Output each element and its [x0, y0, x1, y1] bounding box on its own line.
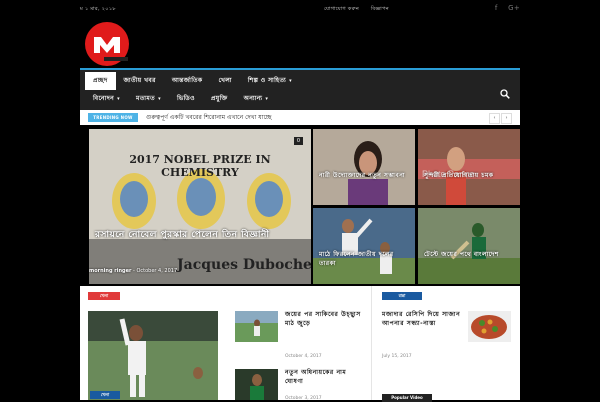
top-links: যোগাযোগ করুন বিজ্ঞাপন [324, 6, 399, 14]
nav-item[interactable]: খেলা [211, 72, 240, 90]
featured-big-author[interactable]: morning ringer [89, 268, 131, 274]
nav-item[interactable]: আন্তর্জাতিক [164, 72, 211, 90]
nav-item[interactable]: প্রযুক্তি [203, 90, 236, 108]
post-thumb[interactable] [235, 369, 278, 400]
featured-big-post[interactable]: 2017 NOBEL PRIZE IN CHEMISTRY Jacques Du… [89, 129, 311, 284]
nav-row-1: প্রচ্ছদ জাতীয় খবর আন্তর্জাতিক খেলা শিল্প ও … [85, 72, 300, 90]
nav-item[interactable]: শিল্প ও সাহিত্য ▾ [240, 72, 300, 90]
featured-big-title[interactable]: রসায়নে নোবেল পুরস্কার পেলেন তিন বিজ্ঞান… [95, 229, 305, 241]
featured-small-post[interactable]: নারী উদ্যোক্তাদের নতুন সম্ভাবনা [313, 129, 415, 205]
featured-grid: 2017 NOBEL PRIZE IN CHEMISTRY Jacques Du… [89, 129, 520, 284]
nav-item-label: প্রচ্ছদ [93, 77, 108, 84]
featured-small-title[interactable]: মাঠে ফিরলেন জাতীয় দলের তারকা [319, 250, 409, 268]
sidebar-tag[interactable]: রান্না [382, 292, 422, 300]
sidebar-post-thumb[interactable] [468, 311, 511, 342]
section-tag-sports[interactable]: খেলা [88, 292, 120, 300]
main-nav: প্রচ্ছদ জাতীয় খবর আন্তর্জাতিক খেলা শিল্প ও … [80, 68, 520, 110]
featured-small-title[interactable]: টেস্টে জয়ের পথে বাংলাদেশ [424, 250, 514, 259]
post-title[interactable]: নতুন অধিনায়কের নাম ঘোষণা [285, 368, 367, 386]
column-divider [371, 286, 372, 400]
nav-row-2: বিনোদন ▾ মতামত ▾ ভিডিও প্রযুক্তি অন্যান্য ▾ [85, 90, 276, 108]
nav-item[interactable]: মতামত ▾ [128, 90, 169, 108]
nav-item-label: জাতীয় খবর [123, 77, 156, 84]
content-area: খেলা খেলা জয়ের পর সাকিবের উচ্ছ্বাস মাঠ … [80, 286, 520, 402]
poster-name: Jacques Dubochet [177, 257, 311, 273]
trending-headline[interactable]: গুরুত্বপূর্ণ একটি খবরের শিরোনাম এখানে দে… [146, 112, 272, 123]
featured-small-title[interactable]: সুন্দরী প্রতিযোগিতায় চমক [424, 171, 514, 180]
nav-item-label: আন্তর্জাতিক [171, 77, 203, 84]
post-title[interactable]: জয়ের পর সাকিবের উচ্ছ্বাস মাঠ জুড়ে [285, 310, 367, 328]
trending-prev-button[interactable]: ‹ [489, 113, 500, 124]
nav-item[interactable]: জাতীয় খবর [116, 72, 164, 90]
top-link-contact[interactable]: যোগাযোগ করুন [324, 6, 359, 12]
search-icon[interactable] [500, 84, 510, 99]
top-date: ম ১ মার, ২০১৮ [80, 6, 116, 12]
trending-bar: TRENDING NOW গুরুত্বপূর্ণ একটি খবরের শির… [80, 110, 520, 125]
featured-small-post[interactable]: Photo Partne সুন্দরী প্রতিযোগিতায় চমক [418, 129, 520, 205]
nav-item-label: মতামত [136, 95, 156, 102]
comment-count: 0 [294, 137, 303, 145]
popular-video-tag[interactable]: Popular Video [382, 394, 432, 402]
nav-item[interactable]: বিনোদন ▾ [85, 90, 128, 108]
nav-item[interactable]: ভিডিও [169, 90, 203, 108]
nav-item-label: অন্যান্য [243, 95, 263, 102]
nav-item-label: বিনোদন [93, 95, 115, 102]
chevron-down-icon: ▾ [265, 96, 269, 102]
trending-badge: TRENDING NOW [88, 113, 138, 122]
featured-big-date: October 4, 2017 [136, 268, 178, 274]
sidebar-post-date: July 15, 2017 [382, 354, 412, 359]
lead-post-thumb[interactable]: খেলা [88, 311, 218, 400]
trending-next-button[interactable]: › [501, 113, 512, 124]
nav-item-label: শিল্প ও সাহিত্য [247, 77, 287, 84]
nav-item-label: প্রযুক্তি [210, 95, 228, 102]
featured-big-meta: morning ringer - October 4, 2017 [89, 268, 178, 274]
poster-heading: 2017 NOBEL PRIZE IN CHEMISTRY [129, 153, 271, 179]
top-link-ads[interactable]: বিজ্ঞাপন [371, 6, 389, 12]
post-thumb[interactable] [235, 311, 278, 342]
post-date: October 4, 2017 [285, 354, 322, 359]
nav-item[interactable]: অন্যান্য ▾ [236, 90, 277, 108]
sidebar-post-title[interactable]: মজাদার রেসিপি দিয়ে সাজান আপনার সন্ধ্যা-… [382, 310, 462, 328]
featured-small-post[interactable]: মাঠে ফিরলেন জাতীয় দলের তারকা [313, 208, 415, 284]
google-plus-icon[interactable]: G+ [508, 4, 520, 12]
featured-small-post[interactable]: টেস্টে জয়ের পথে বাংলাদেশ [418, 208, 520, 284]
chevron-down-icon: ▾ [289, 78, 293, 84]
site-logo[interactable] [84, 21, 130, 67]
nav-item[interactable]: প্রচ্ছদ [85, 72, 116, 90]
nav-item-label: ভিডিও [176, 95, 195, 102]
nav-item-label: খেলা [218, 77, 232, 84]
thumb-tag[interactable]: খেলা [90, 391, 120, 399]
featured-small-title[interactable]: নারী উদ্যোক্তাদের নতুন সম্ভাবনা [319, 171, 409, 180]
social-links: f G+ [487, 4, 520, 12]
facebook-icon[interactable]: f [495, 4, 498, 12]
chevron-down-icon: ▾ [158, 96, 161, 102]
chevron-down-icon: ▾ [117, 96, 121, 102]
top-bar: ম ১ মার, ২০১৮ যোগাযোগ করুন বিজ্ঞাপন f G+ [80, 4, 520, 17]
post-date: October 3, 2017 [285, 396, 322, 401]
